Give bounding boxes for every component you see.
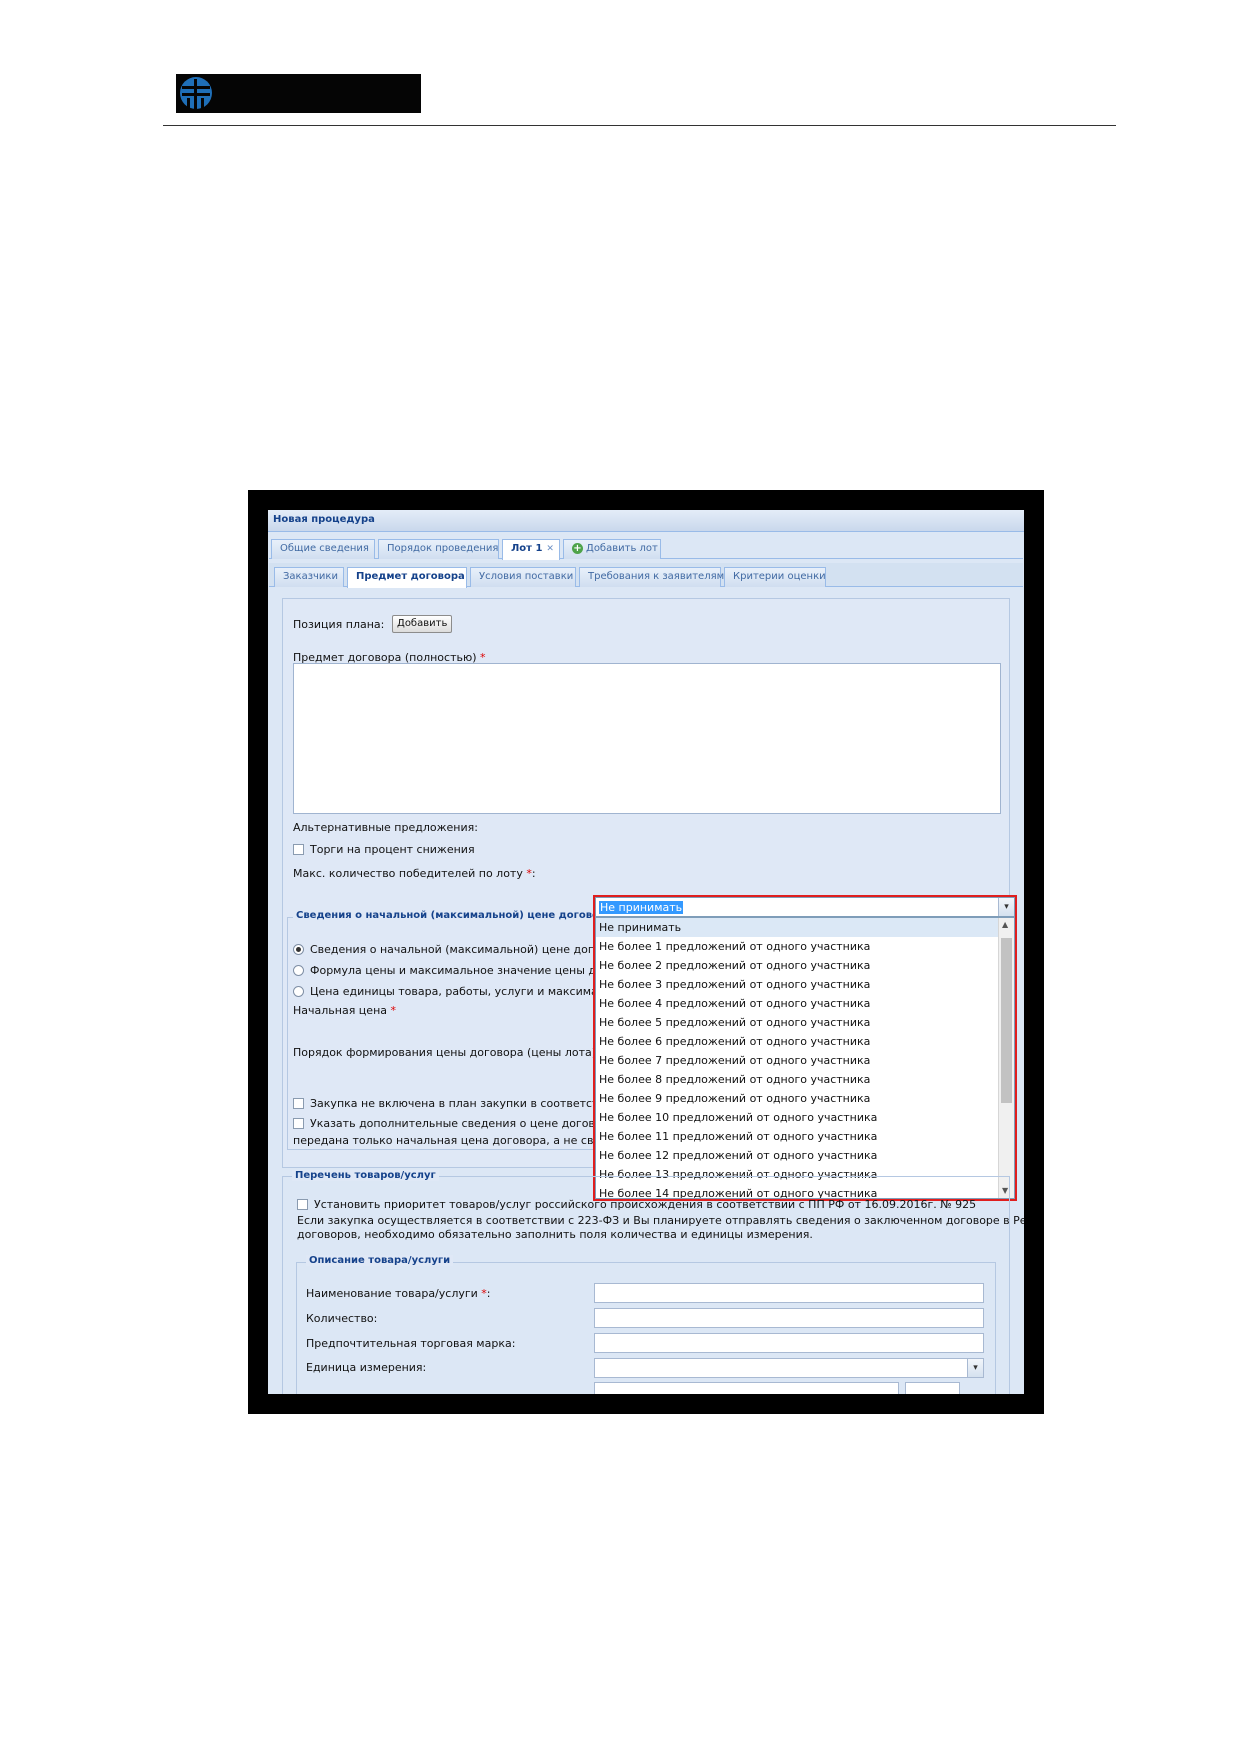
contract-subject-panel: Позиция плана: Добавить Предмет договора…	[282, 598, 1017, 1201]
tab-contract-subject[interactable]: Предмет договора	[347, 567, 467, 588]
chevron-down-icon[interactable]: ▾	[998, 898, 1014, 916]
dropdown-option[interactable]: Не более 12 предложений от одного участн…	[599, 1146, 877, 1165]
tab-evaluation-criteria[interactable]: Критерии оценки	[724, 567, 826, 587]
alt-proposals-dropdown-list: Не принимать Не более 1 предложений от о…	[595, 917, 1015, 1199]
max-winners-text: Макс. количество победителей по лоту	[293, 867, 523, 880]
tab-delivery-terms[interactable]: Условия поставки	[470, 567, 576, 587]
goods-name-input[interactable]	[594, 1283, 984, 1303]
sub-tab-bar: Заказчики Предмет договора Условия поста…	[269, 563, 1023, 588]
dropdown-option[interactable]: Не более 5 предложений от одного участни…	[599, 1013, 870, 1032]
tab-lot-1-label: Лот 1	[511, 543, 543, 554]
close-icon[interactable]: ✕	[546, 544, 554, 554]
add-lot-button[interactable]: + Добавить лот	[563, 539, 661, 559]
percent-reduction-checkbox[interactable]	[293, 844, 304, 855]
goods-section-title: Перечень товаров/услуг	[292, 1170, 439, 1181]
quantity-label: Количество:	[306, 1312, 378, 1325]
scrollbar-thumb[interactable]	[1001, 938, 1012, 1103]
priority-label: Установить приоритет товаров/услуг росси…	[314, 1198, 977, 1211]
unit-label: Единица измерения:	[306, 1361, 427, 1374]
screenshot-frame: Новая процедура Общие сведения Порядок п…	[248, 490, 1044, 1414]
price-section-title: Сведения о начальной (максимальной) цене…	[293, 910, 602, 921]
price-option-1-radio[interactable]	[293, 944, 304, 955]
company-logo	[176, 74, 421, 113]
price-option-3-radio[interactable]	[293, 986, 304, 997]
dropdown-option[interactable]: Не принимать	[596, 918, 998, 937]
add-plan-position-button[interactable]: Добавить	[392, 615, 453, 633]
alt-proposals-label: Альтернативные предложения:	[293, 821, 478, 834]
quantity-input[interactable]	[594, 1308, 984, 1328]
window-title: Новая процедура	[273, 514, 375, 525]
not-in-plan-checkbox[interactable]	[293, 1098, 304, 1109]
dropdown-option[interactable]: Не более 2 предложений от одного участни…	[599, 956, 870, 975]
alt-proposals-combo[interactable]: Не принимать ▾	[595, 897, 1015, 917]
required-marker: *	[390, 1004, 397, 1017]
max-winners-label: Макс. количество победителей по лоту *:	[293, 867, 536, 880]
tab-lot-1[interactable]: Лот 1 ✕	[502, 539, 560, 560]
goods-description-title: Описание товара/услуги	[306, 1255, 454, 1266]
price-option-2-label: Формула цены и максимальное значение цен…	[310, 964, 616, 977]
plan-position-label: Позиция плана:	[293, 618, 385, 631]
procedure-window: Новая процедура Общие сведения Порядок п…	[268, 510, 1024, 1394]
percent-reduction-label: Торги на процент снижения	[310, 843, 475, 856]
dropdown-option[interactable]: Не более 9 предложений от одного участни…	[599, 1089, 870, 1108]
extra-field-button[interactable]	[905, 1382, 960, 1394]
required-marker: *	[481, 1287, 487, 1300]
dropdown-option[interactable]: Не более 3 предложений от одного участни…	[599, 975, 870, 994]
subject-textarea[interactable]	[293, 663, 1001, 814]
tab-customers[interactable]: Заказчики	[274, 567, 344, 587]
add-lot-label: Добавить лот	[586, 543, 658, 554]
dropdown-option[interactable]: Не более 4 предложений от одного участни…	[599, 994, 870, 1013]
extra-info-label: Указать дополнительные сведения о цене д…	[310, 1117, 616, 1130]
unit-select[interactable]: ▾	[594, 1358, 984, 1378]
tab-general[interactable]: Общие сведения	[271, 539, 375, 559]
tab-procedure-order[interactable]: Порядок проведения	[378, 539, 499, 559]
goods-note-line1: Если закупка осуществляется в соответств…	[297, 1214, 1024, 1227]
window-title-bar: Новая процедура	[268, 510, 1024, 532]
goods-note-line2: договоров, необходимо обязательно заполн…	[297, 1228, 813, 1241]
tab-applicant-requirements[interactable]: Требования к заявителям	[579, 567, 724, 587]
goods-name-label: Наименование товара/услуги *:	[306, 1287, 491, 1300]
main-tab-bar: Общие сведения Порядок проведения Лот 1 ✕…	[269, 535, 1023, 560]
dropdown-scrollbar[interactable]: ▲ ▼	[998, 918, 1014, 1198]
plus-icon: +	[572, 543, 583, 554]
price-option-3-label: Цена единицы товара, работы, услуги и ма…	[310, 985, 612, 998]
header-divider	[163, 125, 1116, 126]
dropdown-option[interactable]: Не более 6 предложений от одного участни…	[599, 1032, 870, 1051]
dropdown-option[interactable]: Не более 7 предложений от одного участни…	[599, 1051, 870, 1070]
initial-price-text: Начальная цена	[293, 1004, 387, 1017]
dropdown-option[interactable]: Не более 1 предложений от одного участни…	[599, 937, 870, 956]
dropdown-option[interactable]: Не более 11 предложений от одного участн…	[599, 1127, 877, 1146]
alt-proposals-value: Не принимать	[599, 901, 684, 914]
brand-label: Предпочтительная торговая марка:	[306, 1337, 516, 1350]
price-option-2-radio[interactable]	[293, 965, 304, 976]
required-marker: *	[526, 867, 532, 880]
scroll-up-icon[interactable]: ▲	[1002, 920, 1008, 929]
extra-field-input[interactable]	[594, 1382, 899, 1394]
dropdown-option[interactable]: Не более 8 предложений от одного участни…	[599, 1070, 870, 1089]
price-option-1-label: Сведения о начальной (максимальной) цене…	[310, 943, 614, 956]
price-formation-label: Порядок формирования цены договора (цены…	[293, 1046, 600, 1059]
chevron-down-icon[interactable]: ▾	[967, 1359, 983, 1377]
priority-checkbox[interactable]	[297, 1199, 308, 1210]
extra-info-checkbox[interactable]	[293, 1118, 304, 1129]
dropdown-option[interactable]: Не более 10 предложений от одного участн…	[599, 1108, 877, 1127]
not-in-plan-label: Закупка не включена в план закупки в соо…	[310, 1097, 613, 1110]
initial-price-label: Начальная цена *	[293, 1004, 396, 1017]
brand-input[interactable]	[594, 1333, 984, 1353]
goods-name-text: Наименование товара/услуги	[306, 1287, 478, 1300]
